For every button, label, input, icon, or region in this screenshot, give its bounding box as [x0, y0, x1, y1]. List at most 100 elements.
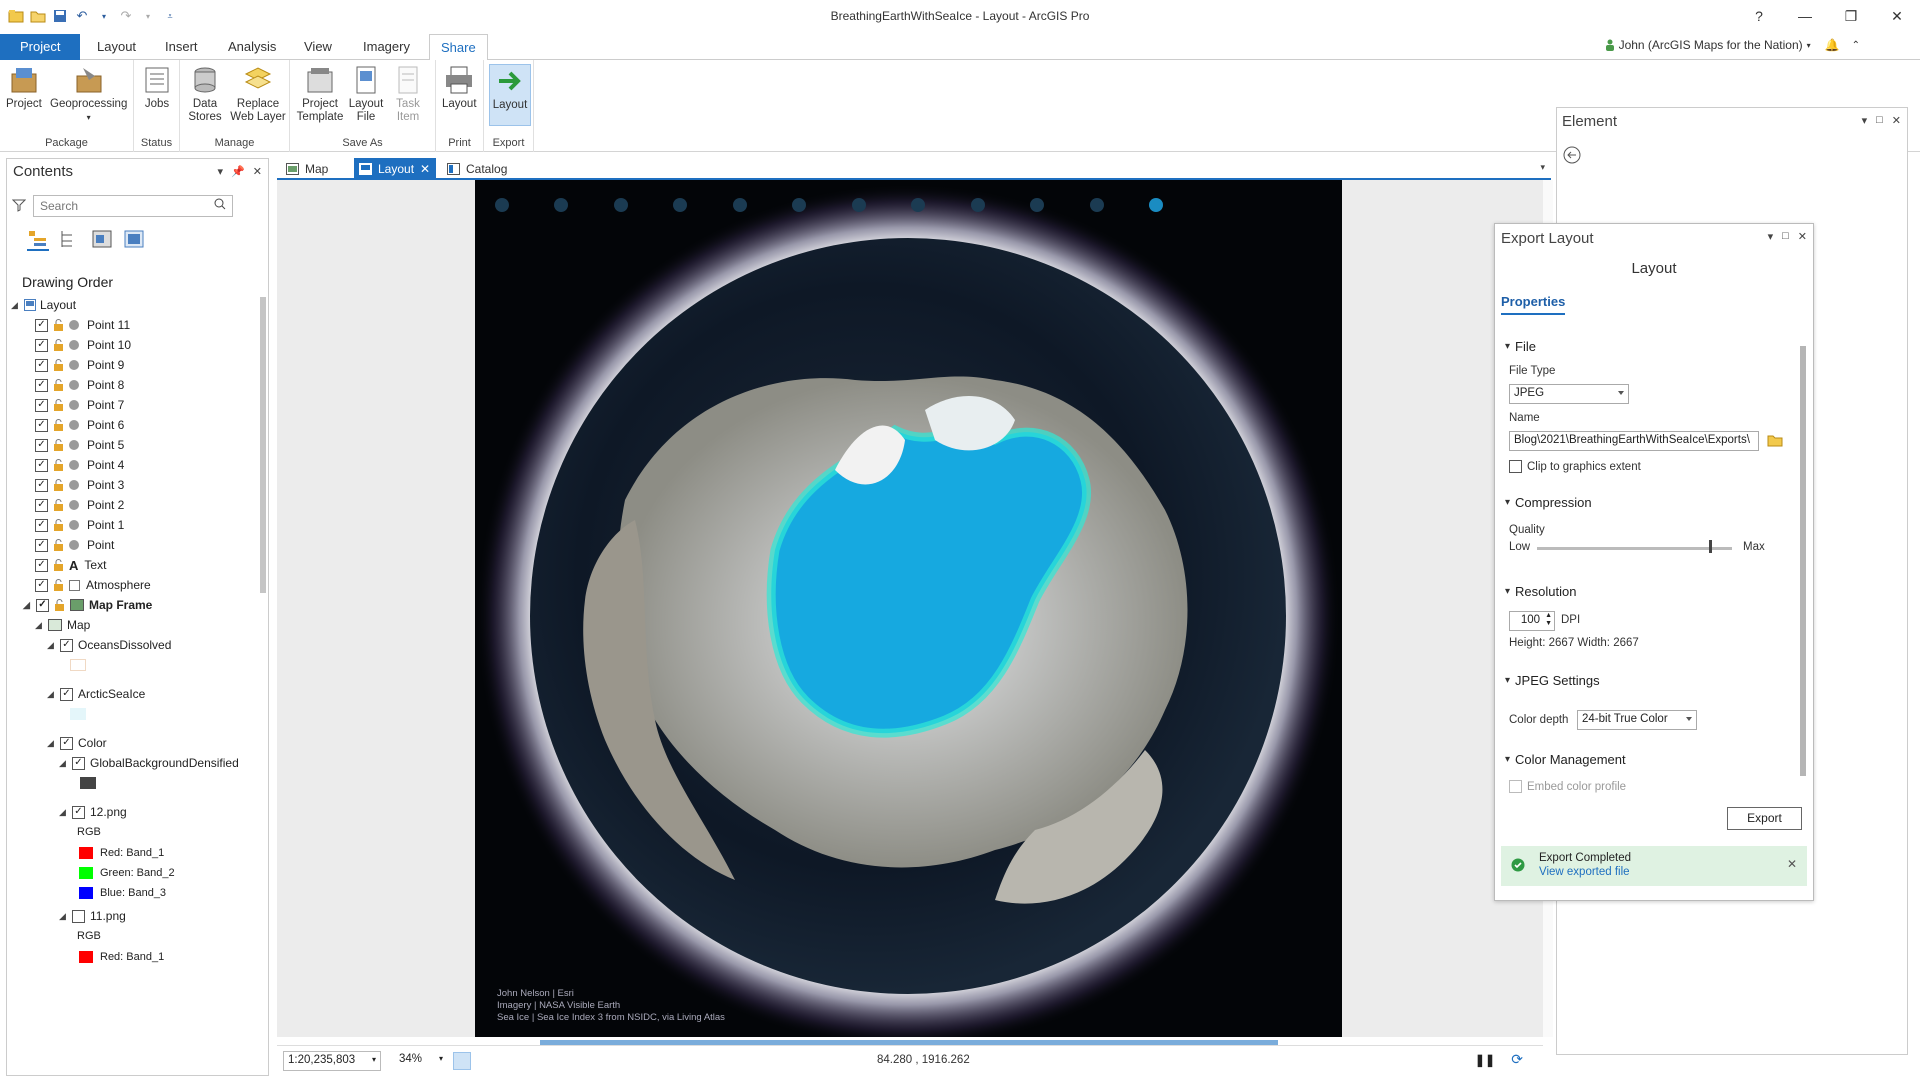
close-button[interactable]: ✕: [1874, 0, 1920, 32]
visibility-checkbox[interactable]: ✓: [35, 358, 48, 372]
close-icon[interactable]: ✕: [1798, 230, 1807, 243]
lock-icon[interactable]: [53, 559, 65, 571]
snapping-icon[interactable]: [91, 229, 113, 251]
tree-item-point-2[interactable]: ✓ Point 2: [35, 495, 124, 515]
selection-icon[interactable]: [59, 229, 81, 251]
browse-folder-icon[interactable]: [1767, 433, 1783, 447]
tree-item-point-9[interactable]: ✓ Point 9: [35, 355, 124, 375]
help-button[interactable]: ?: [1736, 0, 1782, 32]
collapse-icon[interactable]: ◢: [47, 640, 57, 651]
tab-layout-doc[interactable]: Layout ✕: [354, 158, 436, 180]
refresh-icon[interactable]: ⟳: [1511, 1051, 1523, 1068]
restore-button[interactable]: ❐: [1828, 0, 1874, 32]
section-color-management[interactable]: ▾ Color Management: [1505, 752, 1626, 767]
file-type-select[interactable]: JPEG: [1509, 384, 1629, 404]
tab-catalog[interactable]: Catalog: [442, 158, 513, 180]
collapse-icon[interactable]: ◢: [47, 689, 57, 700]
tree-item-12-png[interactable]: ◢ ✓ 12.png: [59, 802, 127, 822]
tree-item-arcticseaice[interactable]: ◢ ✓ ArcticSeaIce: [47, 684, 145, 704]
collapse-icon[interactable]: ◢: [35, 620, 45, 631]
visibility-checkbox[interactable]: ✓: [72, 805, 85, 819]
tree-item-color[interactable]: ◢ ✓ Color: [47, 733, 107, 753]
tab-insert[interactable]: Insert: [154, 34, 209, 60]
lock-icon[interactable]: [53, 539, 65, 551]
lock-icon[interactable]: [53, 459, 65, 471]
geoprocessing-package-button[interactable]: Geoprocessing ▾: [50, 64, 127, 124]
close-icon[interactable]: ✕: [1892, 114, 1901, 127]
tree-item-oceansdissolved[interactable]: ◢ ✓ OceansDissolved: [47, 635, 171, 655]
visibility-checkbox[interactable]: ✓: [60, 736, 73, 750]
grid-snap-icon[interactable]: [453, 1052, 471, 1070]
tab-view[interactable]: View: [293, 34, 343, 60]
labeling-icon[interactable]: [123, 229, 145, 251]
stepper-arrows-icon[interactable]: ▲ ▼: [1545, 612, 1552, 628]
pin-icon[interactable]: 📌: [231, 165, 245, 178]
lock-icon[interactable]: [53, 399, 65, 411]
tab-layout[interactable]: Layout: [86, 34, 147, 60]
tree-item-point-1[interactable]: ✓ Point 1: [35, 515, 124, 535]
visibility-checkbox[interactable]: ✓: [72, 756, 85, 770]
pane-menu-icon[interactable]: ▾: [1768, 230, 1774, 243]
tree-item-point-8[interactable]: ✓ Point 8: [35, 375, 124, 395]
embed-profile-option[interactable]: Embed color profile: [1509, 780, 1626, 793]
lock-icon[interactable]: [53, 379, 65, 391]
tree-item-text[interactable]: ✓ A Text: [35, 555, 106, 575]
clip-option[interactable]: Clip to graphics extent: [1509, 460, 1641, 473]
lock-icon[interactable]: [53, 339, 65, 351]
dpi-stepper[interactable]: 100 ▲ ▼: [1509, 611, 1555, 631]
maximize-icon[interactable]: □: [1782, 230, 1789, 243]
export-pane-scrollbar-thumb[interactable]: [1800, 346, 1806, 776]
lock-icon[interactable]: [53, 579, 65, 591]
visibility-checkbox[interactable]: ✓: [60, 638, 73, 652]
notifications-icon[interactable]: 🔔: [1825, 38, 1840, 52]
visibility-checkbox[interactable]: ✓: [35, 558, 48, 572]
collapse-icon[interactable]: ◢: [59, 911, 69, 922]
clip-checkbox[interactable]: [1509, 460, 1522, 473]
project-template-button[interactable]: Project Template: [297, 64, 343, 124]
lock-icon[interactable]: [53, 319, 65, 331]
color-depth-select[interactable]: 24-bit True Color: [1577, 710, 1697, 730]
search-input[interactable]: Search: [33, 195, 233, 217]
tree-item-globalbackgrounddensified[interactable]: ◢ ✓ GlobalBackgroundDensified: [59, 753, 239, 773]
visibility-checkbox[interactable]: ✓: [35, 338, 48, 352]
background-symbol-swatch[interactable]: [80, 777, 96, 789]
task-item-button[interactable]: Task Item: [390, 64, 426, 124]
collapse-icon[interactable]: ◢: [47, 738, 57, 749]
pane-menu-icon[interactable]: ▾: [218, 165, 224, 178]
quality-slider-track[interactable]: [1537, 547, 1732, 550]
sea-ice-symbol-swatch[interactable]: [70, 708, 86, 720]
pause-drawing-icon[interactable]: ❚❚: [1475, 1053, 1495, 1067]
tab-imagery[interactable]: Imagery: [352, 34, 421, 60]
visibility-checkbox[interactable]: ✓: [35, 538, 48, 552]
visibility-checkbox[interactable]: ✓: [35, 578, 48, 592]
collapse-icon[interactable]: ◢: [59, 807, 69, 818]
lock-icon[interactable]: [53, 359, 65, 371]
collapse-icon[interactable]: ◢: [59, 758, 69, 769]
quality-slider-thumb[interactable]: [1708, 540, 1712, 553]
visibility-checkbox[interactable]: ✓: [35, 398, 48, 412]
visibility-checkbox[interactable]: ✓: [35, 458, 48, 472]
visibility-checkbox[interactable]: ✓: [35, 318, 48, 332]
back-icon[interactable]: [1563, 146, 1581, 164]
collapse-ribbon-icon[interactable]: ⌃: [1852, 40, 1860, 51]
tab-analysis[interactable]: Analysis: [217, 34, 287, 60]
tree-item-atmosphere[interactable]: ✓ Atmosphere: [35, 575, 151, 595]
tree-item-11-png[interactable]: ◢ 11.png: [59, 906, 126, 926]
tree-item-point-10[interactable]: ✓ Point 10: [35, 335, 131, 355]
tree-item-layout[interactable]: ◢ Layout: [11, 295, 76, 315]
lock-icon[interactable]: [53, 439, 65, 451]
section-jpeg-settings[interactable]: ▾ JPEG Settings: [1505, 673, 1600, 688]
tab-properties[interactable]: Properties: [1501, 294, 1566, 315]
tree-item-map[interactable]: ◢ Map: [35, 615, 90, 635]
lock-icon[interactable]: [53, 499, 65, 511]
layout-file-button[interactable]: Layout File: [348, 64, 384, 124]
export-layout-button[interactable]: Layout: [489, 64, 531, 126]
tree-scrollbar-thumb[interactable]: [260, 297, 266, 593]
close-icon[interactable]: ✕: [253, 165, 262, 178]
tab-project[interactable]: Project: [0, 34, 81, 60]
jobs-button[interactable]: Jobs: [141, 64, 173, 111]
visibility-checkbox[interactable]: ✓: [60, 687, 73, 701]
close-tab-icon[interactable]: ✕: [420, 158, 430, 180]
lock-icon[interactable]: [54, 599, 66, 611]
dismiss-toast-icon[interactable]: ✕: [1787, 857, 1797, 871]
